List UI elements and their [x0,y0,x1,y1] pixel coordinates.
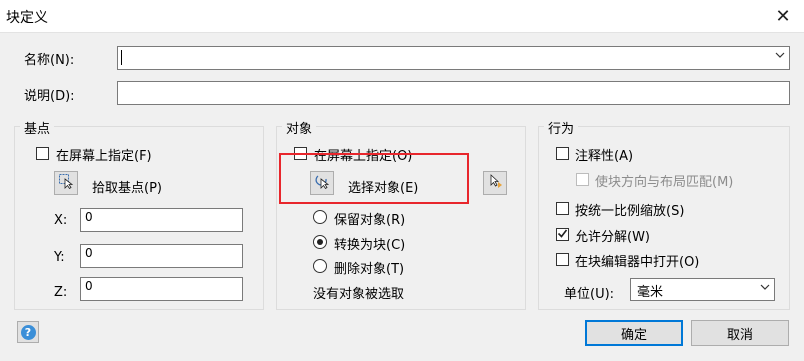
allow-explode-checkbox[interactable] [556,228,569,241]
allow-explode-label: 允许分解(W) [575,230,650,245]
unit-select[interactable]: 毫米 [630,278,775,301]
y-label: Y: [54,250,65,265]
quick-select-button[interactable] [483,171,507,195]
x-label: X: [54,213,68,228]
selection-status: 没有对象被选取 [313,287,405,302]
uniform-scale-label: 按统一比例缩放(S) [575,204,685,219]
match-orientation-label: 使块方向与布局匹配(M) [595,175,734,190]
basepoint-specify-label: 在屏幕上指定(F) [56,149,152,164]
close-icon: ✕ [775,5,791,27]
quick-select-icon [487,173,503,193]
uniform-scale-checkbox[interactable] [556,202,569,215]
select-objects-icon [314,173,330,193]
name-combobox[interactable] [117,46,790,70]
radio-selected-dot [317,239,323,245]
unit-label: 单位(U): [564,287,615,302]
y-input[interactable]: 0 [80,244,243,268]
window-title: 块定义 [6,10,48,26]
cancel-button[interactable]: 取消 [691,320,789,346]
chevron-down-icon [760,281,770,294]
open-in-editor-label: 在块编辑器中打开(O) [575,255,700,270]
description-input[interactable] [117,81,790,105]
open-in-editor-checkbox[interactable] [556,253,569,266]
ok-button[interactable]: 确定 [585,320,683,346]
pick-basepoint-button[interactable] [54,171,78,195]
annotative-checkbox[interactable] [556,147,569,160]
close-button[interactable]: ✕ [762,0,804,32]
retain-objects-label: 保留对象(R) [334,213,406,228]
select-objects-button[interactable] [310,171,334,195]
help-button[interactable]: ? [17,321,39,343]
checkmark-icon [557,228,568,241]
delete-objects-label: 删除对象(T) [334,262,405,277]
objects-group-title: 对象 [282,118,317,137]
z-input[interactable]: 0 [80,277,243,301]
chevron-down-icon[interactable] [775,49,785,62]
name-label: 名称(N): [24,53,75,68]
select-objects-label: 选择对象(E) [348,181,419,196]
help-icon: ? [20,324,36,340]
text-caret [121,50,122,65]
annotative-label: 注释性(A) [575,149,634,164]
behavior-group-title: 行为 [544,118,579,137]
match-orientation-checkbox[interactable] [576,173,589,186]
description-label: 说明(D): [24,89,75,104]
pick-basepoint-label: 拾取基点(P) [92,181,162,196]
z-label: Z: [54,285,68,300]
convert-to-block-radio[interactable] [313,235,327,249]
x-input[interactable]: 0 [80,208,243,232]
unit-value: 毫米 [637,285,664,300]
basepoint-group-title: 基点 [20,118,55,137]
retain-objects-radio[interactable] [313,210,327,224]
title-bar: 块定义 ✕ [0,0,804,33]
pick-point-icon [58,173,74,193]
basepoint-specify-checkbox[interactable] [36,147,49,160]
delete-objects-radio[interactable] [313,259,327,273]
convert-to-block-label: 转换为块(C) [334,238,406,253]
